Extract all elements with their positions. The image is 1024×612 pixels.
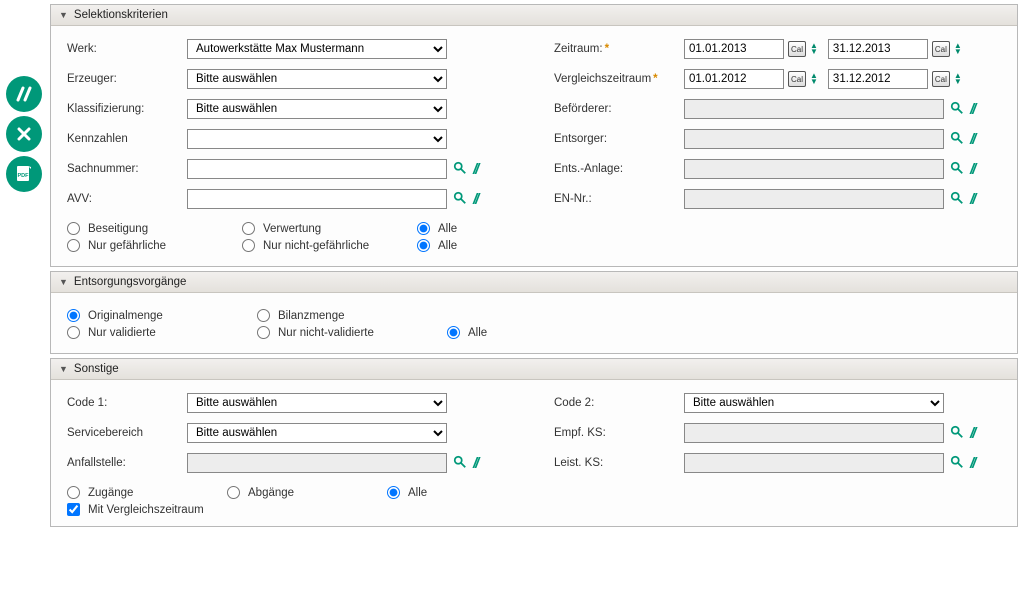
leistks-input[interactable] — [684, 453, 944, 473]
clear-icon[interactable]: // — [970, 191, 974, 208]
anfallstelle-input[interactable] — [187, 453, 447, 473]
radio-alle-1[interactable]: Alle — [417, 222, 537, 235]
ennr-label: EN-Nr.: — [554, 193, 684, 205]
collapse-icon: ▼ — [59, 277, 68, 287]
befoerderer-input[interactable] — [684, 99, 944, 119]
svg-text:PDF: PDF — [18, 173, 30, 179]
sachnummer-input[interactable] — [187, 159, 447, 179]
calendar-icon[interactable]: Cal — [788, 71, 806, 87]
code2-label: Code 2: — [554, 397, 684, 409]
clear-icon[interactable]: // — [970, 161, 974, 178]
vzeitraum-from-input[interactable] — [684, 69, 784, 89]
search-icon[interactable] — [453, 161, 467, 178]
klassifizierung-label: Klassifizierung: — [67, 103, 187, 115]
vergleichszeitraum-label: Vergleichszeitraum* — [554, 73, 684, 85]
date-spinner[interactable]: ▲▼ — [954, 43, 962, 55]
search-icon[interactable] — [950, 101, 964, 118]
calendar-icon[interactable]: Cal — [788, 41, 806, 57]
servicebereich-label: Servicebereich — [67, 427, 187, 439]
code1-label: Code 1: — [67, 397, 187, 409]
clear-icon[interactable]: // — [970, 101, 974, 118]
empfks-label: Empf. KS: — [554, 427, 684, 439]
kennzahlen-label: Kennzahlen — [67, 133, 187, 145]
search-icon[interactable] — [950, 131, 964, 148]
radio-abgaenge[interactable]: Abgänge — [227, 486, 387, 499]
search-icon[interactable] — [453, 455, 467, 472]
zeitraum-from-input[interactable] — [684, 39, 784, 59]
search-icon[interactable] — [453, 191, 467, 208]
erzeuger-label: Erzeuger: — [67, 73, 187, 85]
panel-sonstige: ▼ Sonstige Code 1: Bitte auswählen Servi… — [50, 358, 1018, 527]
werk-label: Werk: — [67, 43, 187, 55]
servicebereich-select[interactable]: Bitte auswählen — [187, 423, 447, 443]
clear-icon[interactable]: // — [970, 131, 974, 148]
entsorger-label: Entsorger: — [554, 133, 684, 145]
erzeuger-select[interactable]: Bitte auswählen — [187, 69, 447, 89]
sachnummer-label: Sachnummer: — [67, 163, 187, 175]
search-icon[interactable] — [950, 425, 964, 442]
avv-input[interactable] — [187, 189, 447, 209]
radio-zugaenge[interactable]: Zugänge — [67, 486, 227, 499]
radio-alle-2[interactable]: Alle — [417, 239, 537, 252]
search-icon[interactable] — [950, 455, 964, 472]
search-icon[interactable] — [950, 161, 964, 178]
date-spinner[interactable]: ▲▼ — [810, 73, 818, 85]
search-icon[interactable] — [950, 191, 964, 208]
klassifizierung-select[interactable]: Bitte auswählen — [187, 99, 447, 119]
collapse-icon: ▼ — [59, 364, 68, 374]
calendar-icon[interactable]: Cal — [932, 71, 950, 87]
clear-icon[interactable]: // — [473, 455, 477, 472]
panel-title: Entsorgungsvorgänge — [74, 276, 187, 288]
zeitraum-to-input[interactable] — [828, 39, 928, 59]
clear-icon[interactable]: // — [473, 191, 477, 208]
radio-nur-validierte[interactable]: Nur validierte — [67, 326, 257, 339]
panel-entsorgungsvorgaenge: ▼ Entsorgungsvorgänge Originalmenge Bila… — [50, 271, 1018, 354]
panel-header-entsorgungsvorgaenge[interactable]: ▼ Entsorgungsvorgänge — [51, 272, 1017, 293]
panel-header-sonstige[interactable]: ▼ Sonstige — [51, 359, 1017, 380]
clear-icon[interactable]: // — [970, 425, 974, 442]
werk-select[interactable]: Autowerkstätte Max Mustermann — [187, 39, 447, 59]
radio-alle-3[interactable]: Alle — [447, 326, 567, 339]
radio-nur-nicht-gefaehrliche[interactable]: Nur nicht-gefährliche — [242, 239, 417, 252]
empfks-input[interactable] — [684, 423, 944, 443]
radio-verwertung[interactable]: Verwertung — [242, 222, 417, 235]
panel-selektionskriterien: ▼ Selektionskriterien Werk: Autowerkstät… — [50, 4, 1018, 267]
entsanlage-input[interactable] — [684, 159, 944, 179]
action-slash-icon[interactable] — [6, 76, 42, 112]
date-spinner[interactable]: ▲▼ — [954, 73, 962, 85]
clear-icon[interactable]: // — [970, 455, 974, 472]
radio-originalmenge[interactable]: Originalmenge — [67, 309, 257, 322]
panel-title: Sonstige — [74, 363, 119, 375]
code2-select[interactable]: Bitte auswählen — [684, 393, 944, 413]
radio-nur-gefaehrliche[interactable]: Nur gefährliche — [67, 239, 242, 252]
radio-alle-4[interactable]: Alle — [387, 486, 507, 499]
checkbox-mit-vergleichszeitraum[interactable]: Mit Vergleichszeitraum — [67, 503, 1001, 516]
clear-icon[interactable]: // — [473, 161, 477, 178]
kennzahlen-select[interactable] — [187, 129, 447, 149]
calendar-icon[interactable]: Cal — [932, 41, 950, 57]
zeitraum-label: Zeitraum:* — [554, 43, 684, 55]
entsanlage-label: Ents.-Anlage: — [554, 163, 684, 175]
radio-bilanzmenge[interactable]: Bilanzmenge — [257, 309, 447, 322]
panel-title: Selektionskriterien — [74, 9, 168, 21]
collapse-icon: ▼ — [59, 10, 68, 20]
pdf-export-icon[interactable]: PDF — [6, 156, 42, 192]
radio-nur-nicht-validierte[interactable]: Nur nicht-validierte — [257, 326, 447, 339]
befoerderer-label: Beförderer: — [554, 103, 684, 115]
radio-beseitigung[interactable]: Beseitigung — [67, 222, 242, 235]
panel-header-selektionskriterien[interactable]: ▼ Selektionskriterien — [51, 5, 1017, 26]
entsorger-input[interactable] — [684, 129, 944, 149]
excel-export-icon[interactable] — [6, 116, 42, 152]
leistks-label: Leist. KS: — [554, 457, 684, 469]
anfallstelle-label: Anfallstelle: — [67, 457, 187, 469]
vzeitraum-to-input[interactable] — [828, 69, 928, 89]
code1-select[interactable]: Bitte auswählen — [187, 393, 447, 413]
side-toolbar: PDF — [6, 4, 50, 531]
avv-label: AVV: — [67, 193, 187, 205]
date-spinner[interactable]: ▲▼ — [810, 43, 818, 55]
ennr-input[interactable] — [684, 189, 944, 209]
